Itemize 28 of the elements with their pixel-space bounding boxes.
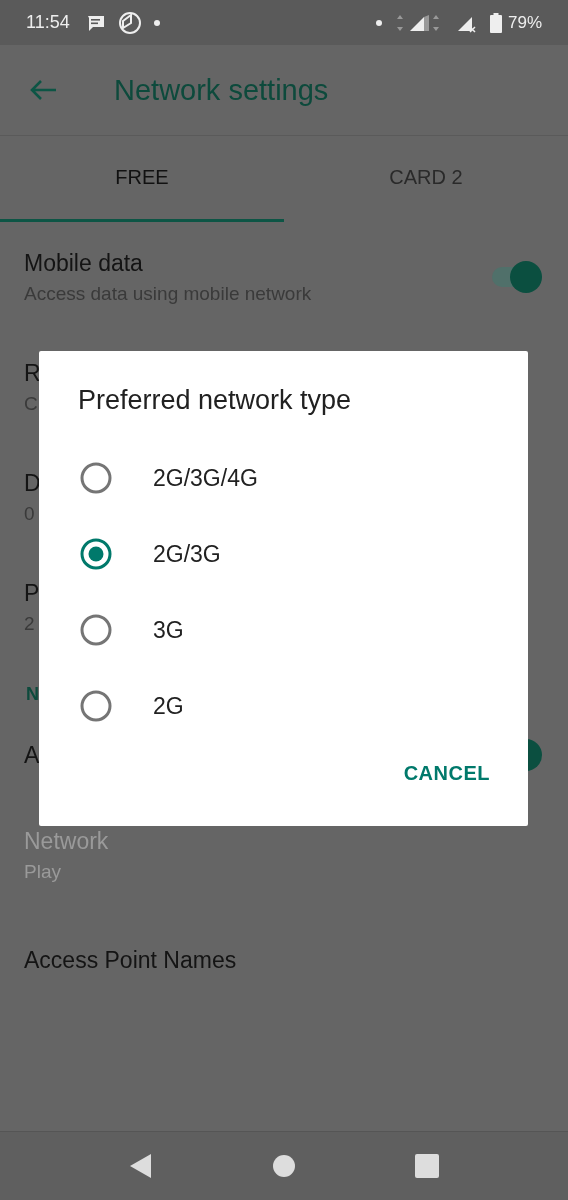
setting-title: Mobile data — [24, 249, 143, 277]
dot-icon — [375, 19, 382, 26]
setting-title: A — [24, 741, 40, 769]
radio-button[interactable] — [80, 690, 112, 722]
setting-title: D — [24, 469, 41, 497]
radio-button[interactable] — [80, 462, 112, 494]
circle-icon — [117, 10, 142, 35]
setting-title: R — [24, 359, 41, 387]
option-label[interactable]: 2G — [153, 692, 184, 720]
setting-title: Access Point Names — [24, 946, 237, 974]
home-icon[interactable] — [272, 1154, 296, 1178]
battery-icon — [489, 12, 502, 33]
cancel-button[interactable]: CANCEL — [403, 754, 490, 793]
screen-title: Network settings — [114, 73, 329, 107]
message-icon — [85, 13, 106, 32]
radio-button[interactable] — [80, 614, 112, 646]
option-label[interactable]: 3G — [153, 616, 184, 644]
setting-title: P — [24, 579, 40, 607]
section-header: N — [25, 683, 40, 705]
status-time: 11:54 — [26, 12, 70, 33]
recents-icon[interactable] — [414, 1154, 439, 1178]
radio-button[interactable] — [80, 538, 112, 570]
back-icon[interactable] — [129, 1153, 154, 1179]
dot-icon — [153, 19, 160, 26]
option-label[interactable]: 2G/3G/4G — [153, 464, 258, 492]
dialog-title: Preferred network type — [78, 385, 353, 416]
option-label[interactable]: 2G/3G — [153, 540, 221, 568]
battery-level: 79% — [507, 12, 542, 33]
